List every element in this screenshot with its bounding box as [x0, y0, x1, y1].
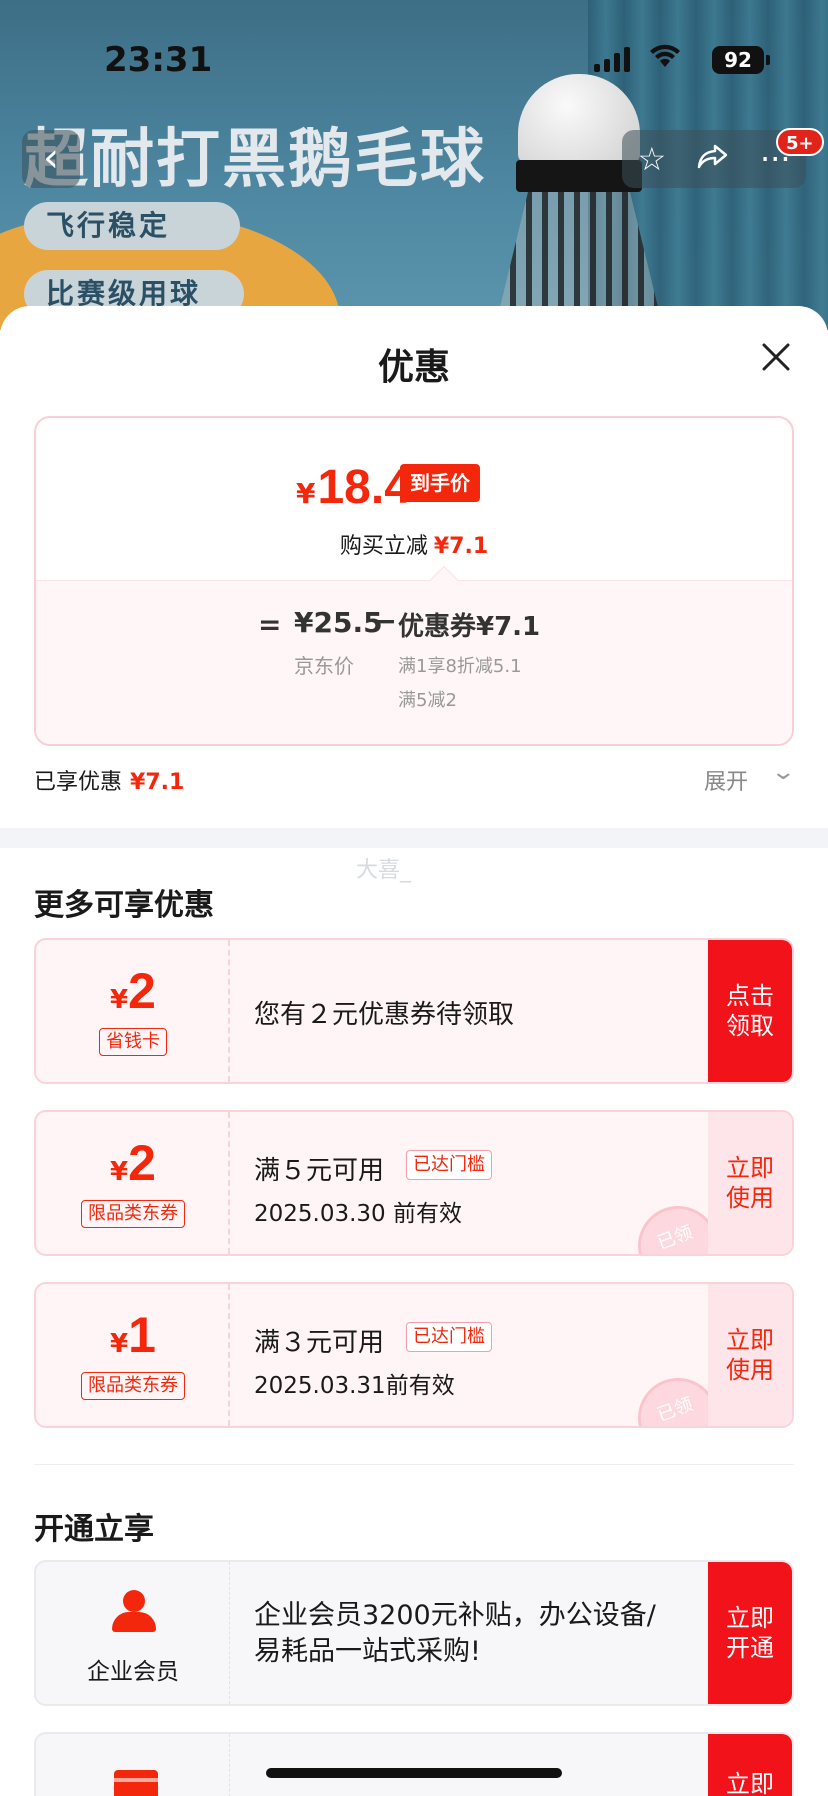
claim-coupon-button[interactable]: 点击 领取: [708, 940, 792, 1082]
use-coupon-button[interactable]: 立即 使用: [708, 1284, 792, 1426]
close-icon: [762, 343, 790, 371]
coupon-card: ¥2 省钱卡 您有２元优惠券待领取 点击 领取: [34, 938, 794, 1084]
open-membership-button[interactable]: 立即 开通: [708, 1562, 792, 1704]
second-offer-card: … 立即: [34, 1732, 794, 1796]
coupon-amount: ¥1: [110, 1307, 156, 1363]
enjoyed-discount: 已享优惠 ¥7.1: [34, 770, 185, 795]
coupon-validity: 2025.03.30 前有效: [254, 1201, 462, 1227]
share-icon[interactable]: [697, 140, 729, 178]
star-icon[interactable]: ☆: [637, 140, 666, 178]
coupon-card: ¥2 限品类东券 满５元可用 已达门槛 2025.03.30 前有效 已领 立即…: [34, 1110, 794, 1256]
divider: [34, 1464, 794, 1465]
offer-description: …: [254, 1784, 281, 1796]
watermark: 大喜_: [356, 858, 412, 883]
coupon-condition: 满５元可用: [254, 1156, 385, 1186]
chevron-down-icon[interactable]: ⌄: [770, 760, 796, 785]
equals-sign: =: [258, 608, 282, 641]
back-icon: ‹: [43, 135, 59, 181]
close-button[interactable]: [756, 338, 796, 378]
coupon-total: 优惠券¥7.1: [398, 612, 541, 642]
coupon-type-tag: 限品类东券: [81, 1200, 185, 1228]
coupon-card: ¥1 限品类东券 满３元可用 已达门槛 2025.03.31前有效 已领 立即使…: [34, 1282, 794, 1428]
coupon-type-tag: 省钱卡: [99, 1028, 167, 1056]
direct-discount: 购买立减 ¥7.1: [339, 534, 489, 559]
back-button[interactable]: ‹: [22, 130, 80, 188]
wifi-icon: [648, 42, 682, 74]
threshold-reached-badge: 已达门槛: [406, 1150, 492, 1180]
section-divider: [0, 828, 828, 848]
coupon-rule-2: 满5减2: [398, 690, 457, 711]
member-icon: [112, 1590, 156, 1634]
coupon-type-tag: 限品类东券: [81, 1372, 185, 1400]
final-price: ¥18.4: [296, 461, 411, 514]
member-description: 企业会员3200元补贴，办公设备/易耗品一站式采购!: [254, 1600, 656, 1667]
coupon-validity: 2025.03.31前有效: [254, 1373, 455, 1399]
banner-pill-stable: 飞行稳定: [24, 202, 240, 250]
price-breakdown-card: ¥18.4 到手价 购买立减 ¥7.1 = ¥25.5 京东价 − 优惠券¥7.1…: [34, 416, 794, 746]
card-icon: [114, 1770, 158, 1796]
threshold-reached-badge: 已达门槛: [406, 1322, 492, 1352]
coupon-condition: 满３元可用: [254, 1328, 385, 1358]
jd-price: ¥25.5: [294, 606, 383, 639]
use-coupon-button[interactable]: 立即 使用: [708, 1112, 792, 1254]
home-indicator: [266, 1768, 562, 1778]
coupon-amount: ¥2: [110, 963, 156, 1019]
signal-icon: [594, 46, 630, 72]
more-offers-title: 更多可享优惠: [34, 888, 214, 923]
offer-action-button[interactable]: 立即: [708, 1734, 792, 1796]
coupon-rule-1: 满1享8折减5.1: [398, 656, 522, 677]
enterprise-member-card: 企业会员 企业会员3200元补贴，办公设备/易耗品一站式采购! 立即 开通: [34, 1560, 794, 1706]
coupon-amount: ¥2: [110, 1135, 156, 1191]
expand-button[interactable]: 展开: [704, 764, 748, 796]
banner-title: 超耐打黑鹅毛球: [24, 123, 486, 197]
final-price-tag: 到手价: [400, 464, 480, 502]
member-label: 企业会员: [87, 1659, 179, 1685]
jd-price-label: 京东价: [294, 654, 354, 678]
open-enjoy-title: 开通立享: [34, 1512, 154, 1547]
sheet-title: 优惠: [377, 347, 450, 388]
status-time: 23:31: [104, 40, 213, 80]
minus-sign: −: [372, 604, 398, 639]
message-badge: 5+: [776, 128, 824, 156]
coupon-description: 您有２元优惠券待领取: [254, 1000, 515, 1030]
battery-icon: 92: [712, 46, 770, 74]
